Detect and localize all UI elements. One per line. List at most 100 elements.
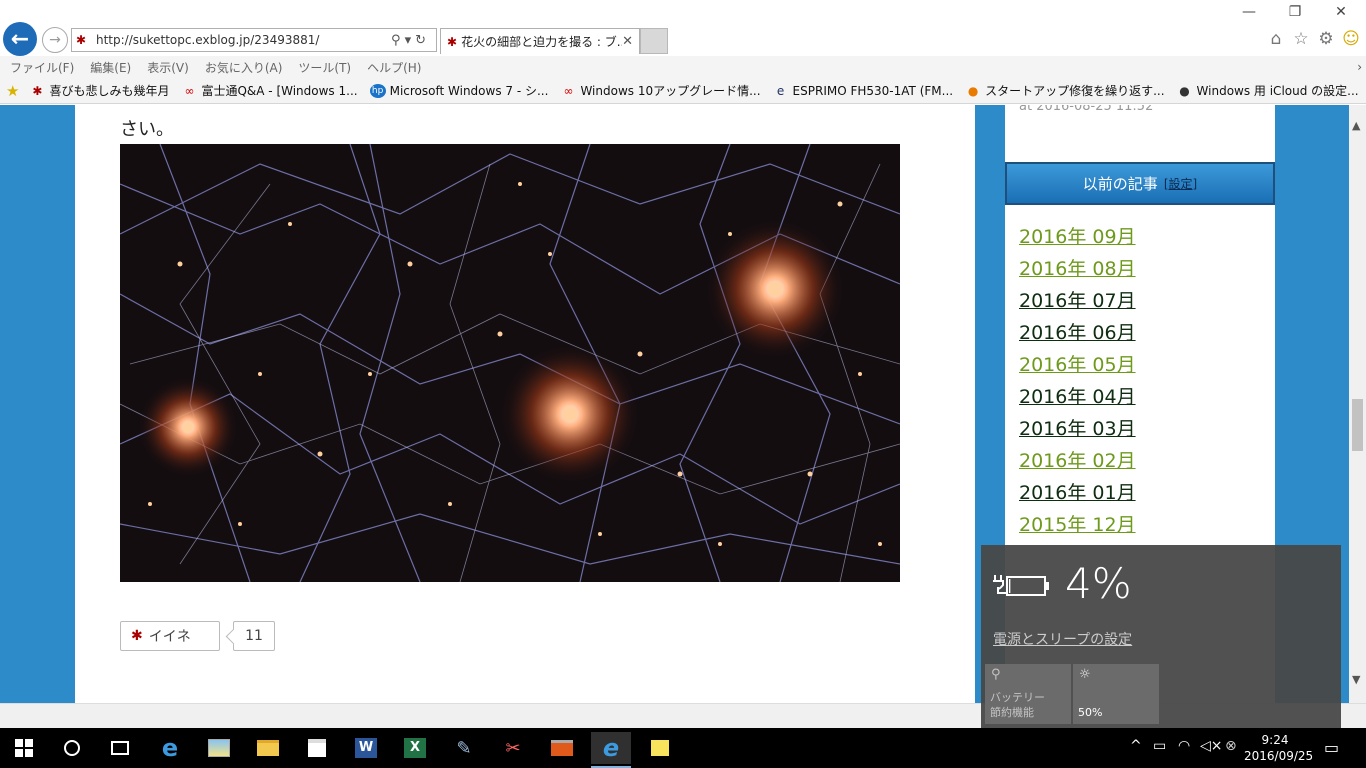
orange-icon: ●: [967, 83, 979, 98]
chevron-right-icon[interactable]: ›: [1357, 60, 1362, 74]
internet-explorer-icon: e: [602, 734, 620, 762]
forward-button[interactable]: →: [42, 27, 68, 53]
address-bar[interactable]: ✱ http://sukettopc.exblog.jp/23493881/ ⚲…: [71, 28, 437, 52]
task-view-icon: [111, 741, 129, 755]
archive-link[interactable]: 2016年 02月: [1019, 445, 1136, 477]
toolbox-button[interactable]: [542, 732, 582, 764]
archive-link[interactable]: 2016年 01月: [1019, 477, 1136, 509]
favorite-link[interactable]: ✱ 喜びも悲しみも幾年月: [29, 82, 169, 99]
scroll-down-icon[interactable]: ▼: [1352, 673, 1360, 686]
vertical-scrollbar[interactable]: ▲ ▼: [1349, 105, 1366, 703]
favorites-star-icon[interactable]: ☆: [1290, 29, 1312, 49]
favorite-label: Microsoft Windows 7 - シ...: [389, 84, 549, 98]
favorite-label: 富士通Q&A - [Windows 1...: [201, 84, 358, 98]
search-icon[interactable]: ⚲: [391, 33, 405, 48]
gear-icon[interactable]: ⚙: [1315, 29, 1337, 49]
edge-button[interactable]: e: [150, 732, 190, 764]
like-button[interactable]: ✱ イイネ: [120, 621, 220, 651]
start-button[interactable]: [4, 732, 44, 764]
brightness-tile[interactable]: ☼ 50%: [1073, 664, 1159, 724]
archive-link[interactable]: 2016年 04月: [1019, 381, 1136, 413]
speaker-muted-icon[interactable]: ◁×: [1200, 738, 1223, 754]
show-hidden-icons-chevron-icon[interactable]: ^: [1130, 738, 1142, 754]
archive-link[interactable]: 2016年 06月: [1019, 317, 1136, 349]
task-view-button[interactable]: [100, 732, 140, 764]
excel-icon: X: [404, 738, 426, 758]
store-button[interactable]: [297, 732, 337, 764]
power-sleep-settings-link[interactable]: 電源とスリープの設定: [993, 629, 1132, 649]
arrow-right-icon: →: [49, 32, 61, 48]
favorite-link[interactable]: e ESPRIMO FH530-1AT (FM...: [773, 84, 953, 98]
paint-icon: ✎: [456, 737, 472, 759]
clock[interactable]: 9:24 2016/09/25: [1244, 732, 1313, 764]
favorite-label: スタートアップ修復を繰り返す...: [985, 84, 1165, 98]
sticky-notes-icon: [651, 740, 669, 756]
menu-tools[interactable]: ツール(T): [298, 59, 351, 76]
menu-favorites[interactable]: お気に入り(A): [205, 59, 283, 76]
battery-saver-tile[interactable]: ⚲ バッテリー 節約機能: [985, 664, 1071, 724]
archive-setting-link[interactable]: [設定]: [1164, 175, 1197, 192]
file-explorer-button[interactable]: [248, 732, 288, 764]
favorite-link[interactable]: hp Microsoft Windows 7 - シ...: [369, 82, 549, 99]
favorite-link[interactable]: ● スタートアップ修復を繰り返す...: [965, 82, 1165, 99]
favorite-link[interactable]: ∞ 富士通Q&A - [Windows 1...: [181, 82, 357, 99]
scroll-up-icon[interactable]: ▲: [1352, 119, 1360, 132]
archive-header: 以前の記事 [設定]: [1005, 162, 1275, 205]
battery-flyout: 4% 電源とスリープの設定 ⚲ バッテリー 節約機能 ☼ 50%: [981, 545, 1341, 728]
minimize-icon[interactable]: —: [1237, 4, 1261, 20]
wifi-icon[interactable]: ◠: [1178, 738, 1190, 754]
restore-icon[interactable]: ❐: [1283, 4, 1307, 20]
menu-file[interactable]: ファイル(F): [10, 59, 74, 76]
smiley-feedback-icon[interactable]: ☺: [1340, 29, 1362, 49]
brightness-value: 50%: [1078, 706, 1103, 719]
favorite-link[interactable]: ∞ Windows 10アップグレード情...: [560, 82, 760, 99]
url-text[interactable]: http://sukettopc.exblog.jp/23493881/: [96, 33, 391, 47]
archive-link[interactable]: 2016年 09月: [1019, 221, 1136, 253]
exblog-favicon-icon: ✱: [76, 33, 87, 47]
word-icon: W: [355, 738, 377, 758]
battery-percent: 4%: [1065, 559, 1132, 608]
battery-saver-icon: ⚲: [991, 667, 1001, 682]
arrow-left-icon: ←: [10, 26, 30, 52]
archive-link[interactable]: 2015年 12月: [1019, 509, 1136, 541]
home-icon[interactable]: ⌂: [1265, 29, 1287, 49]
paint-button[interactable]: ✎: [444, 732, 484, 764]
word-button[interactable]: W: [346, 732, 386, 764]
browser-titlebar: ← → ✱ http://sukettopc.exblog.jp/2349388…: [0, 0, 1366, 56]
close-tab-icon[interactable]: ✕: [622, 34, 633, 49]
new-tab-button[interactable]: [640, 28, 668, 54]
like-label: イイネ: [148, 629, 191, 645]
close-circle-icon[interactable]: ⊗: [1225, 738, 1237, 754]
action-center-icon[interactable]: ▭: [1324, 738, 1339, 757]
archive-link[interactable]: 2016年 05月: [1019, 349, 1136, 381]
photos-button[interactable]: [199, 732, 239, 764]
edge-icon: e: [161, 734, 179, 762]
dropdown-icon[interactable]: ▾: [405, 33, 416, 48]
cortana-button[interactable]: [52, 732, 92, 764]
favorite-link[interactable]: ● Windows 用 iCloud の設定...: [1177, 82, 1358, 99]
archive-link[interactable]: 2016年 08月: [1019, 253, 1136, 285]
archive-link[interactable]: 2016年 03月: [1019, 413, 1136, 445]
close-window-icon[interactable]: ✕: [1329, 4, 1353, 20]
archive-link[interactable]: 2016年 07月: [1019, 285, 1136, 317]
sticky-notes-button[interactable]: [640, 732, 680, 764]
tab-active[interactable]: ✱ 花火の細部と迫力を撮る : ブ... ✕: [440, 28, 640, 54]
refresh-icon[interactable]: ↻: [415, 33, 430, 48]
back-button[interactable]: ←: [3, 22, 37, 56]
favorites-bar: ★ ✱ 喜びも悲しみも幾年月 ∞ 富士通Q&A - [Windows 1... hp…: [0, 78, 1366, 104]
exblog-favicon-icon: ✱: [447, 34, 458, 49]
snipping-tool-button[interactable]: ✂: [493, 732, 533, 764]
toolbox-icon: [551, 740, 573, 756]
search-refresh-icons[interactable]: ⚲▾↻: [391, 33, 430, 48]
battery-tray-icon[interactable]: ▭: [1153, 738, 1166, 754]
menu-view[interactable]: 表示(V): [147, 59, 189, 76]
internet-explorer-button[interactable]: e: [591, 732, 631, 768]
cortana-icon: [64, 740, 80, 756]
excel-button[interactable]: X: [395, 732, 435, 764]
menu-edit[interactable]: 編集(E): [90, 59, 131, 76]
exblog-like-icon: ✱: [131, 628, 143, 644]
fujitsu-icon: ∞: [563, 83, 574, 98]
menu-help[interactable]: ヘルプ(H): [367, 59, 421, 76]
scrollbar-thumb[interactable]: [1352, 399, 1363, 451]
add-favorite-star-icon[interactable]: ★: [6, 82, 19, 100]
